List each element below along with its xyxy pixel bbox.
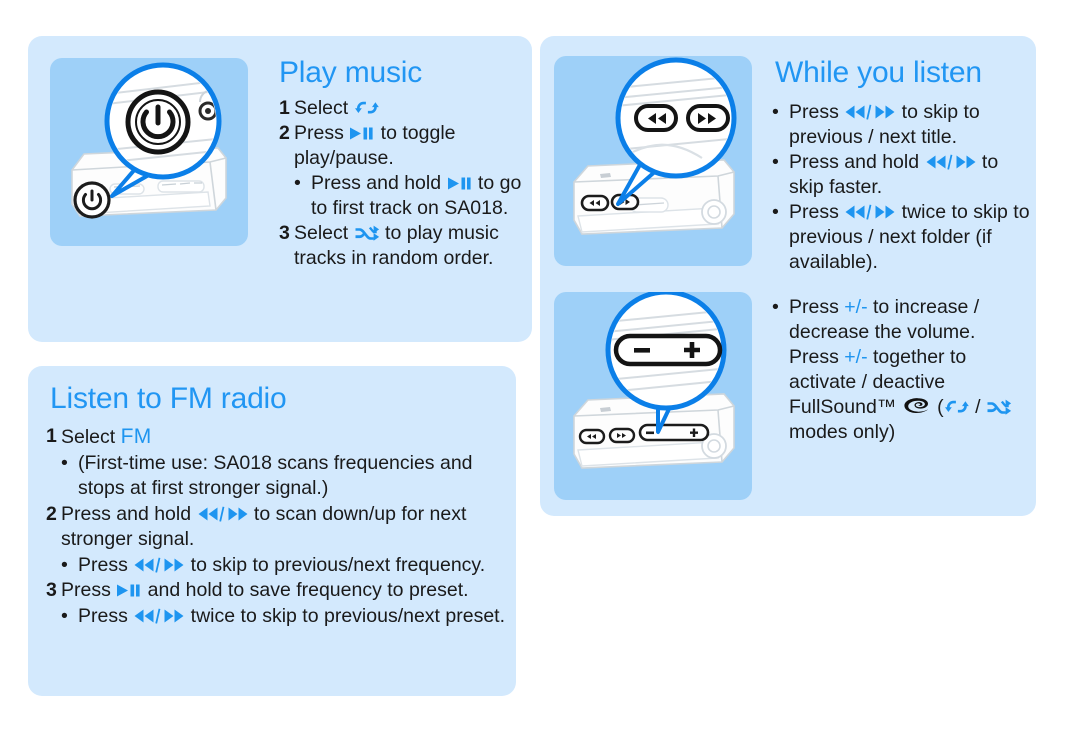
shuffle-icon [986, 399, 1012, 415]
list-item: • Press and hold to skip faster. [772, 150, 1030, 200]
bullet: • [772, 151, 779, 173]
prev-next-icon [133, 608, 185, 624]
list-item: 1 Select [279, 96, 523, 121]
list-item: • Press to skip to previous/next frequen… [46, 553, 516, 579]
plus-minus-label: +/- [844, 346, 868, 368]
repeat-icon [944, 398, 970, 415]
plus-minus-label: +/- [844, 296, 868, 318]
play-pause-icon [447, 176, 473, 191]
page-title-listen-fm-radio: Listen to FM radio [50, 382, 287, 415]
step-text: (First-time use: SA018 scans frequencies… [78, 451, 473, 500]
step-text: Press and hold to go to first track on S… [311, 172, 522, 219]
player-power-button-illustration [50, 58, 248, 246]
shuffle-icon [354, 225, 380, 241]
fullsound-logo-icon [902, 397, 932, 415]
page-title-while-you-listen: While you listen [775, 56, 982, 89]
list-item: 1 Select FM [46, 424, 516, 451]
play-pause-icon [349, 126, 375, 141]
bullet-text: Press and hold to skip faster. [789, 151, 999, 198]
list-item: • Press +/- to increase / decrease the v… [772, 295, 1030, 445]
step-text: Select to play music tracks in random or… [294, 222, 499, 269]
step-number: 3 [279, 222, 290, 244]
prev-next-icon [197, 506, 249, 522]
step-text: Press to skip to previous/next frequency… [78, 553, 486, 576]
bullet-text: Press +/- to increase / decrease the vol… [789, 295, 1030, 445]
list-item: 2 Press and hold to scan down/up for nex… [46, 502, 516, 553]
step-number: 2 [46, 502, 57, 525]
step-text: Select [294, 96, 523, 121]
play-music-steps: 1 Select 2 Press to toggle play/pause. •… [279, 96, 523, 271]
step-text: Press and hold to scan down/up for next … [61, 502, 467, 551]
while-you-listen-bullets-group2: • Press +/- to increase / decrease the v… [772, 295, 1030, 445]
fm-radio-steps: 1 Select FM • (First-time use: SA018 sca… [46, 424, 516, 629]
list-item: • (First-time use: SA018 scans frequenci… [46, 451, 516, 502]
prev-next-icon [844, 204, 896, 220]
bullet: • [772, 201, 779, 223]
list-item: • Press to skip to previous / next title… [772, 100, 1030, 150]
step-text: Press twice to skip to previous/next pre… [78, 604, 505, 627]
repeat-icon [354, 99, 380, 116]
bullet: • [61, 604, 68, 627]
bullet: • [772, 296, 779, 318]
list-item: • Press and hold to go to first track on… [279, 171, 523, 221]
bullet-text: Press to skip to previous / next title. [789, 101, 980, 148]
list-item: 2 Press to toggle play/pause. [279, 121, 523, 171]
manual-page: Play music 1 Select 2 Press to toggle pl… [0, 0, 1080, 742]
list-item: • Press twice to skip to previous/next p… [46, 604, 516, 630]
step-number: 1 [46, 425, 57, 447]
prev-next-icon [925, 154, 977, 170]
step-number: 2 [279, 122, 290, 144]
while-you-listen-bullets-group1: • Press to skip to previous / next title… [772, 100, 1030, 275]
play-pause-icon [116, 583, 142, 598]
step-number: 1 [279, 97, 290, 119]
list-item: 3 Select to play music tracks in random … [279, 221, 523, 271]
prev-next-icon [133, 557, 185, 573]
bullet-text: Press twice to skip to previous / next f… [789, 201, 1030, 273]
bullet: • [61, 553, 68, 576]
fm-label: FM [120, 425, 152, 448]
bullet: • [61, 451, 68, 474]
list-item: • Press twice to skip to previous / next… [772, 200, 1030, 275]
list-item: 3 Press and hold to save frequency to pr… [46, 578, 516, 604]
bullet: • [294, 172, 301, 194]
step-text: Press to toggle play/pause. [294, 122, 456, 169]
step-text: Select FM [61, 425, 152, 448]
step-text: Press and hold to save frequency to pres… [61, 579, 469, 601]
page-title-play-music: Play music [279, 56, 423, 89]
player-skip-buttons-illustration [554, 56, 752, 266]
player-volume-buttons-illustration [554, 292, 752, 500]
step-number: 3 [46, 579, 57, 601]
bullet: • [772, 101, 779, 123]
prev-next-icon [844, 104, 896, 120]
